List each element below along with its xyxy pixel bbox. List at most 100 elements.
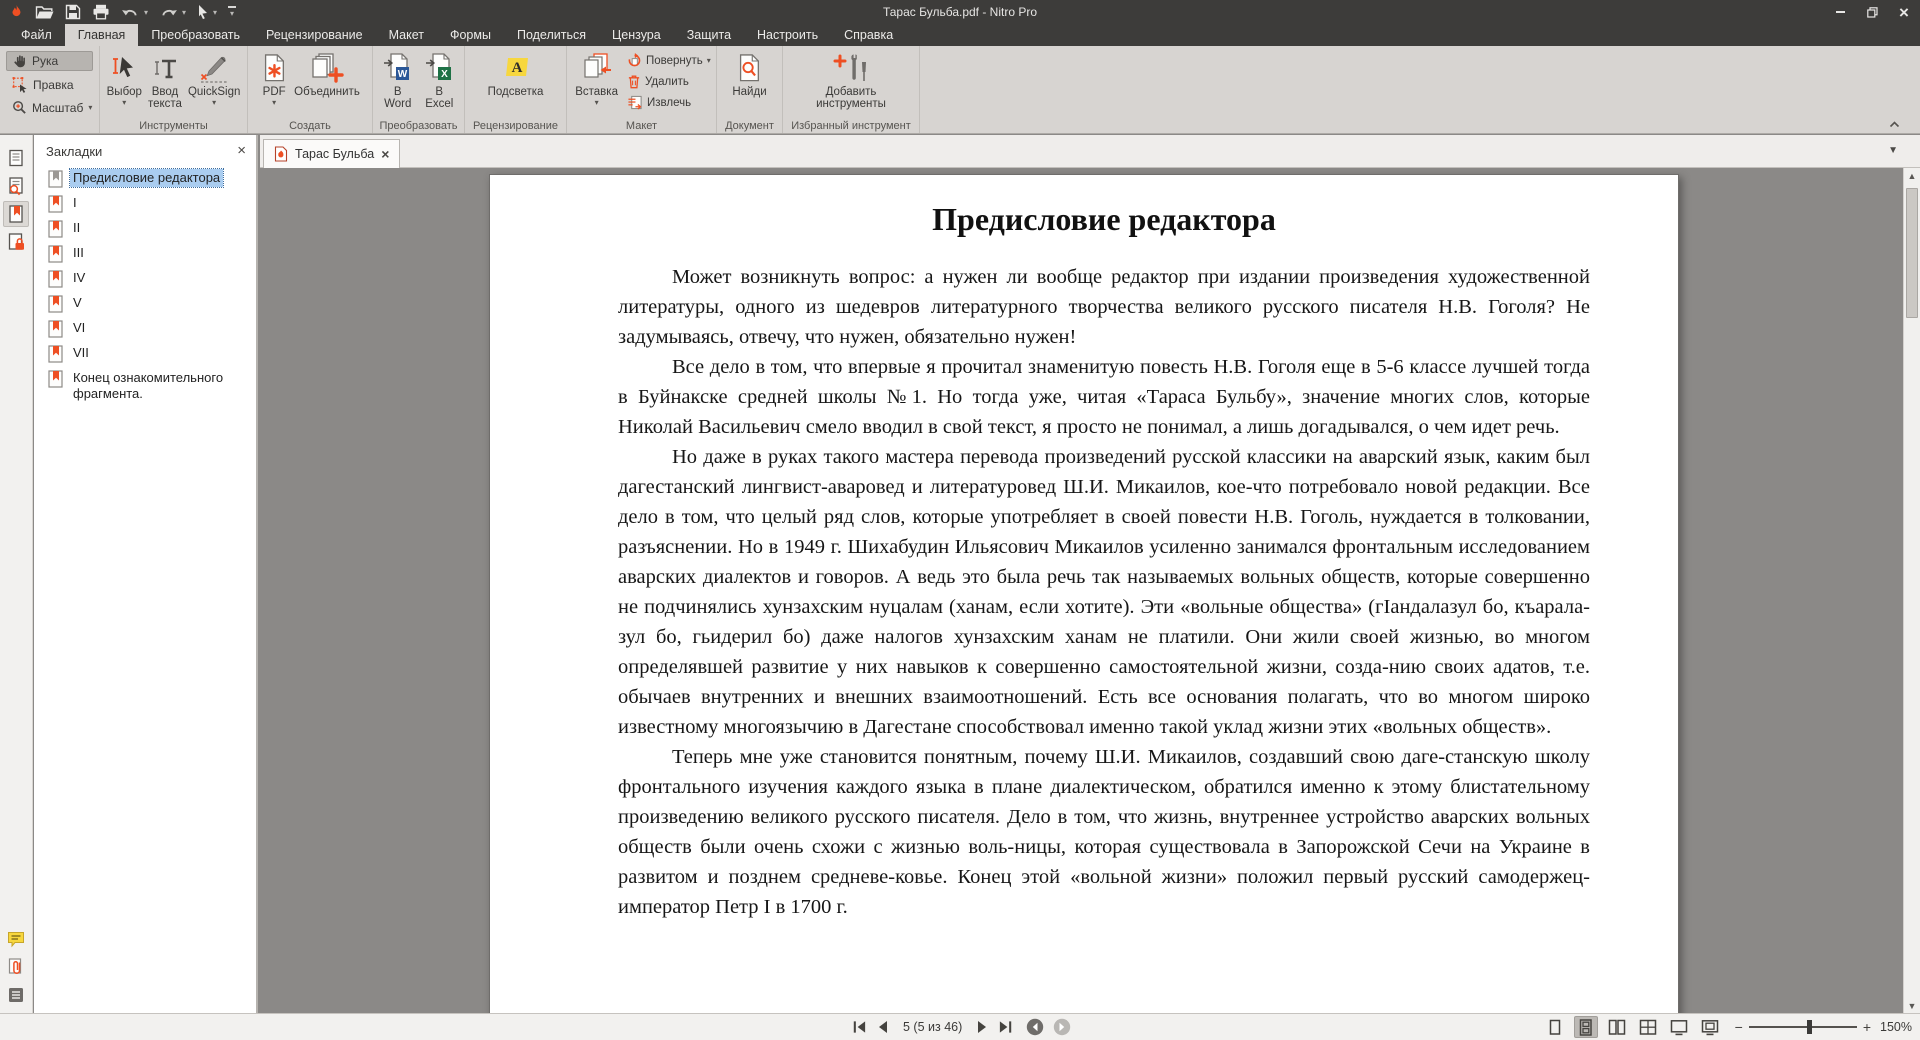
scroll-down-icon[interactable]: ▼ (1904, 1001, 1920, 1011)
bookmark-item[interactable]: Предисловие редактора (48, 169, 250, 188)
scrollbar-thumb[interactable] (1906, 188, 1918, 318)
bookmark-item[interactable]: Конец ознакомительного фрагмента. (48, 369, 250, 403)
menu-tab[interactable]: Главная (65, 24, 139, 46)
bookmark-item[interactable]: I (48, 194, 250, 213)
undo-icon[interactable] (121, 5, 140, 20)
zoom-in-icon[interactable]: + (1863, 1019, 1871, 1035)
next-page-button[interactable] (977, 1020, 989, 1034)
zoom-tool-button[interactable]: Масштаб ▾ (6, 98, 93, 117)
first-page-button[interactable] (852, 1020, 867, 1034)
menu-tab[interactable]: Защита (674, 24, 744, 46)
menu-tab[interactable]: Формы (437, 24, 504, 46)
menu-tab[interactable]: Преобразовать (138, 24, 253, 46)
pages-panel-button[interactable] (3, 145, 29, 171)
combine-button[interactable]: Объединить (291, 49, 363, 99)
bookmarks-panel-button[interactable] (3, 201, 29, 227)
last-page-button[interactable] (998, 1020, 1013, 1034)
highlight-icon: A (499, 50, 533, 86)
ribbon-group-document: Найди Документ (717, 46, 783, 133)
insert-pages-button[interactable]: Вставка ▾ (572, 49, 621, 108)
comments-panel-button[interactable] (3, 926, 29, 952)
bookmark-item[interactable]: VI (48, 319, 250, 338)
zoom-slider-track[interactable] (1749, 1026, 1857, 1028)
to-excel-button[interactable]: X В Excel (419, 49, 461, 111)
quicksign-button[interactable]: QuickSign ▾ (185, 49, 243, 108)
bookmark-item[interactable]: V (48, 294, 250, 313)
redo-icon[interactable] (159, 5, 178, 20)
quad-pages-view-button[interactable] (1636, 1016, 1660, 1038)
find-button[interactable]: Найди (729, 49, 769, 99)
create-pdf-button[interactable]: PDF ▾ (257, 49, 291, 108)
bookmark-item[interactable]: III (48, 244, 250, 263)
single-page-icon (1545, 1019, 1565, 1036)
tab-list-dropdown-icon[interactable]: ▼ (1888, 145, 1898, 156)
highlight-button[interactable]: A Подсветка (485, 49, 547, 99)
vertical-scrollbar[interactable]: ▲ ▼ (1903, 168, 1920, 1014)
zoom-slider-thumb[interactable] (1807, 1020, 1812, 1034)
rotate-button[interactable]: Повернуть ▾ (627, 51, 711, 70)
list-icon (6, 985, 26, 1005)
menu-tab[interactable]: Поделиться (504, 24, 599, 46)
search-panel-button[interactable] (3, 173, 29, 199)
add-tools-button[interactable]: Добавить инструменты (793, 49, 909, 111)
bookmark-item[interactable]: II (48, 219, 250, 238)
edit-tool-button[interactable]: Правка (6, 74, 93, 95)
menu-tab[interactable]: Справка (831, 24, 906, 46)
minimize-button[interactable] (1824, 0, 1856, 24)
page-canvas[interactable]: Предисловие редактора Может возникнуть в… (260, 168, 1903, 1014)
tool-mode-group: Рука Правка Масштаб ▾ (0, 46, 100, 133)
undo-dropdown-icon[interactable]: ▾ (144, 8, 148, 17)
fullscreen-view-button[interactable] (1667, 1016, 1691, 1038)
group-label: Преобразовать (373, 120, 464, 132)
panel-close-icon[interactable]: × (237, 144, 246, 158)
menu-tab[interactable]: Макет (376, 24, 437, 46)
zoom-out-icon[interactable]: − (1735, 1019, 1743, 1035)
type-text-button[interactable]: Ввод текста (145, 49, 185, 111)
document-tab[interactable]: Тарас Бульба × (263, 139, 400, 168)
index-panel-button[interactable] (3, 982, 29, 1008)
page-indicator[interactable]: 5 (5 из 46) (903, 1020, 962, 1034)
open-file-icon[interactable] (35, 5, 54, 20)
menu-tab[interactable]: Цензура (599, 24, 674, 46)
select-tool-icon[interactable] (197, 4, 209, 20)
menu-tab[interactable]: Файл (8, 24, 65, 46)
pages-icon (6, 148, 26, 168)
restore-button[interactable] (1856, 0, 1888, 24)
select-button[interactable]: Выбор ▾ (104, 49, 145, 108)
bookmark-item[interactable]: IV (48, 269, 250, 288)
attachments-panel-button[interactable] (3, 954, 29, 980)
previous-view-button[interactable] (1026, 1018, 1044, 1036)
select-tool-dropdown-icon[interactable]: ▾ (213, 8, 217, 17)
close-button[interactable]: × (1888, 0, 1920, 24)
paragraph: Теперь мне уже становится понятным, поче… (618, 742, 1590, 922)
hand-tool-button[interactable]: Рука (6, 51, 93, 71)
save-icon[interactable] (65, 4, 81, 20)
redo-dropdown-icon[interactable]: ▾ (182, 8, 186, 17)
zoom-level[interactable]: 150% (1878, 1020, 1912, 1034)
menu-tab[interactable]: Настроить (744, 24, 831, 46)
customize-toolbar-icon[interactable]: ▾ (228, 6, 236, 18)
next-view-button[interactable] (1053, 1018, 1071, 1036)
page-body: Может возникнуть вопрос: а нужен ли вооб… (618, 262, 1590, 922)
single-page-view-button[interactable] (1543, 1016, 1567, 1038)
continuous-view-button[interactable] (1574, 1016, 1598, 1038)
to-word-icon: W (383, 50, 412, 86)
scroll-up-icon[interactable]: ▲ (1904, 171, 1920, 181)
find-page-icon (735, 50, 763, 86)
bookmark-item[interactable]: VII (48, 344, 250, 363)
tab-close-icon[interactable]: × (381, 148, 389, 160)
delete-pages-button[interactable]: Удалить (627, 72, 711, 91)
previous-page-button[interactable] (876, 1020, 888, 1034)
print-icon[interactable] (92, 4, 110, 20)
menu-tab[interactable]: Рецензирование (253, 24, 376, 46)
to-word-button[interactable]: W В Word (377, 49, 419, 111)
collapse-ribbon-icon[interactable] (1889, 121, 1900, 128)
extract-pages-button[interactable]: Извлечь (627, 93, 711, 112)
security-panel-button[interactable] (3, 229, 29, 255)
facing-pages-view-button[interactable] (1605, 1016, 1629, 1038)
fullscreen-page-view-button[interactable] (1698, 1016, 1722, 1038)
pdf-page: Предисловие редактора Может возникнуть в… (489, 174, 1679, 1014)
document-tab-bar: Тарас Бульба × ▼ (260, 135, 1920, 168)
ribbon-group-create: PDF ▾ Объединить Создать (248, 46, 373, 133)
panel-title: Закладки (46, 144, 102, 159)
